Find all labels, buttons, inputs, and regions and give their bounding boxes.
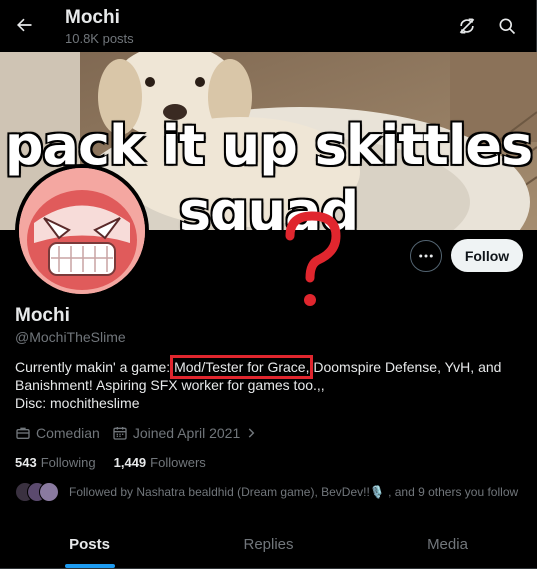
- avatar-image: [19, 168, 145, 294]
- active-tab-indicator: [64, 564, 115, 568]
- tab-replies[interactable]: Replies: [179, 520, 358, 568]
- bio-text: Doomspire Defense, YvH, and: [309, 359, 502, 375]
- chevron-right-icon: [248, 428, 255, 438]
- follower-avatars: [15, 482, 61, 502]
- search-button[interactable]: [492, 11, 522, 41]
- tab-label: Replies: [243, 535, 294, 553]
- briefcase-icon: [16, 427, 30, 439]
- header-title: Mochi: [65, 7, 120, 28]
- avatar[interactable]: [15, 164, 149, 298]
- more-button[interactable]: [410, 240, 442, 272]
- calendar-icon: [113, 427, 127, 440]
- followers-link[interactable]: 1,449 Followers: [114, 455, 206, 470]
- follower-avatar: [39, 482, 59, 502]
- follow-counts: 543 Following 1,449 Followers: [15, 455, 224, 470]
- more-horizontal-icon: [419, 254, 433, 258]
- bio-line-3: Disc: mochitheslime: [15, 395, 140, 411]
- joined-date[interactable]: Joined April 2021: [112, 425, 263, 441]
- profile-tabs: Posts Replies Media: [0, 520, 537, 569]
- profile-name: Mochi: [15, 305, 70, 326]
- category-label: Comedian: [36, 425, 100, 441]
- highlighted-bio-text: Mod/Tester for Grace,: [170, 355, 314, 379]
- followed-by[interactable]: Followed by Nashatra bealdhid (Dream gam…: [15, 482, 518, 502]
- followed-by-text: Followed by Nashatra bealdhid (Dream gam…: [69, 485, 519, 499]
- tab-posts[interactable]: Posts: [0, 520, 179, 568]
- profile-meta: Comedian Joined April 2021: [15, 425, 275, 441]
- posts-count: 10.8K posts: [65, 31, 134, 46]
- joined-label: Joined April 2021: [132, 425, 241, 441]
- tab-label: Posts: [69, 535, 110, 553]
- following-link[interactable]: 543 Following: [15, 455, 96, 470]
- followers-count: 1,449: [113, 455, 147, 470]
- arrow-left-icon: [17, 18, 32, 32]
- subscribe-button[interactable]: [452, 11, 482, 41]
- followers-label: Followers: [150, 455, 206, 470]
- following-count: 543: [15, 455, 37, 470]
- bio-line-1: Currently makin' a game: Mod/Tester for …: [15, 355, 520, 379]
- following-label: Following: [40, 455, 96, 470]
- profile-handle: @MochiTheSlime: [15, 329, 126, 345]
- follow-button[interactable]: Follow: [451, 239, 523, 272]
- question-mark-annotation: [285, 211, 341, 306]
- tab-media[interactable]: Media: [358, 520, 537, 568]
- tab-label: Media: [427, 535, 468, 553]
- category: Comedian: [15, 425, 100, 441]
- top-bar: Mochi 10.8K posts: [0, 0, 537, 52]
- bio-text: Currently makin' a game:: [15, 359, 175, 375]
- bio-line-2: Banishment! Aspiring SFX worker for game…: [15, 377, 325, 393]
- back-button[interactable]: [8, 7, 40, 43]
- refresh-off-icon: [459, 18, 475, 34]
- search-icon: [499, 18, 516, 35]
- profile-bio: Currently makin' a game: Mod/Tester for …: [15, 355, 520, 412]
